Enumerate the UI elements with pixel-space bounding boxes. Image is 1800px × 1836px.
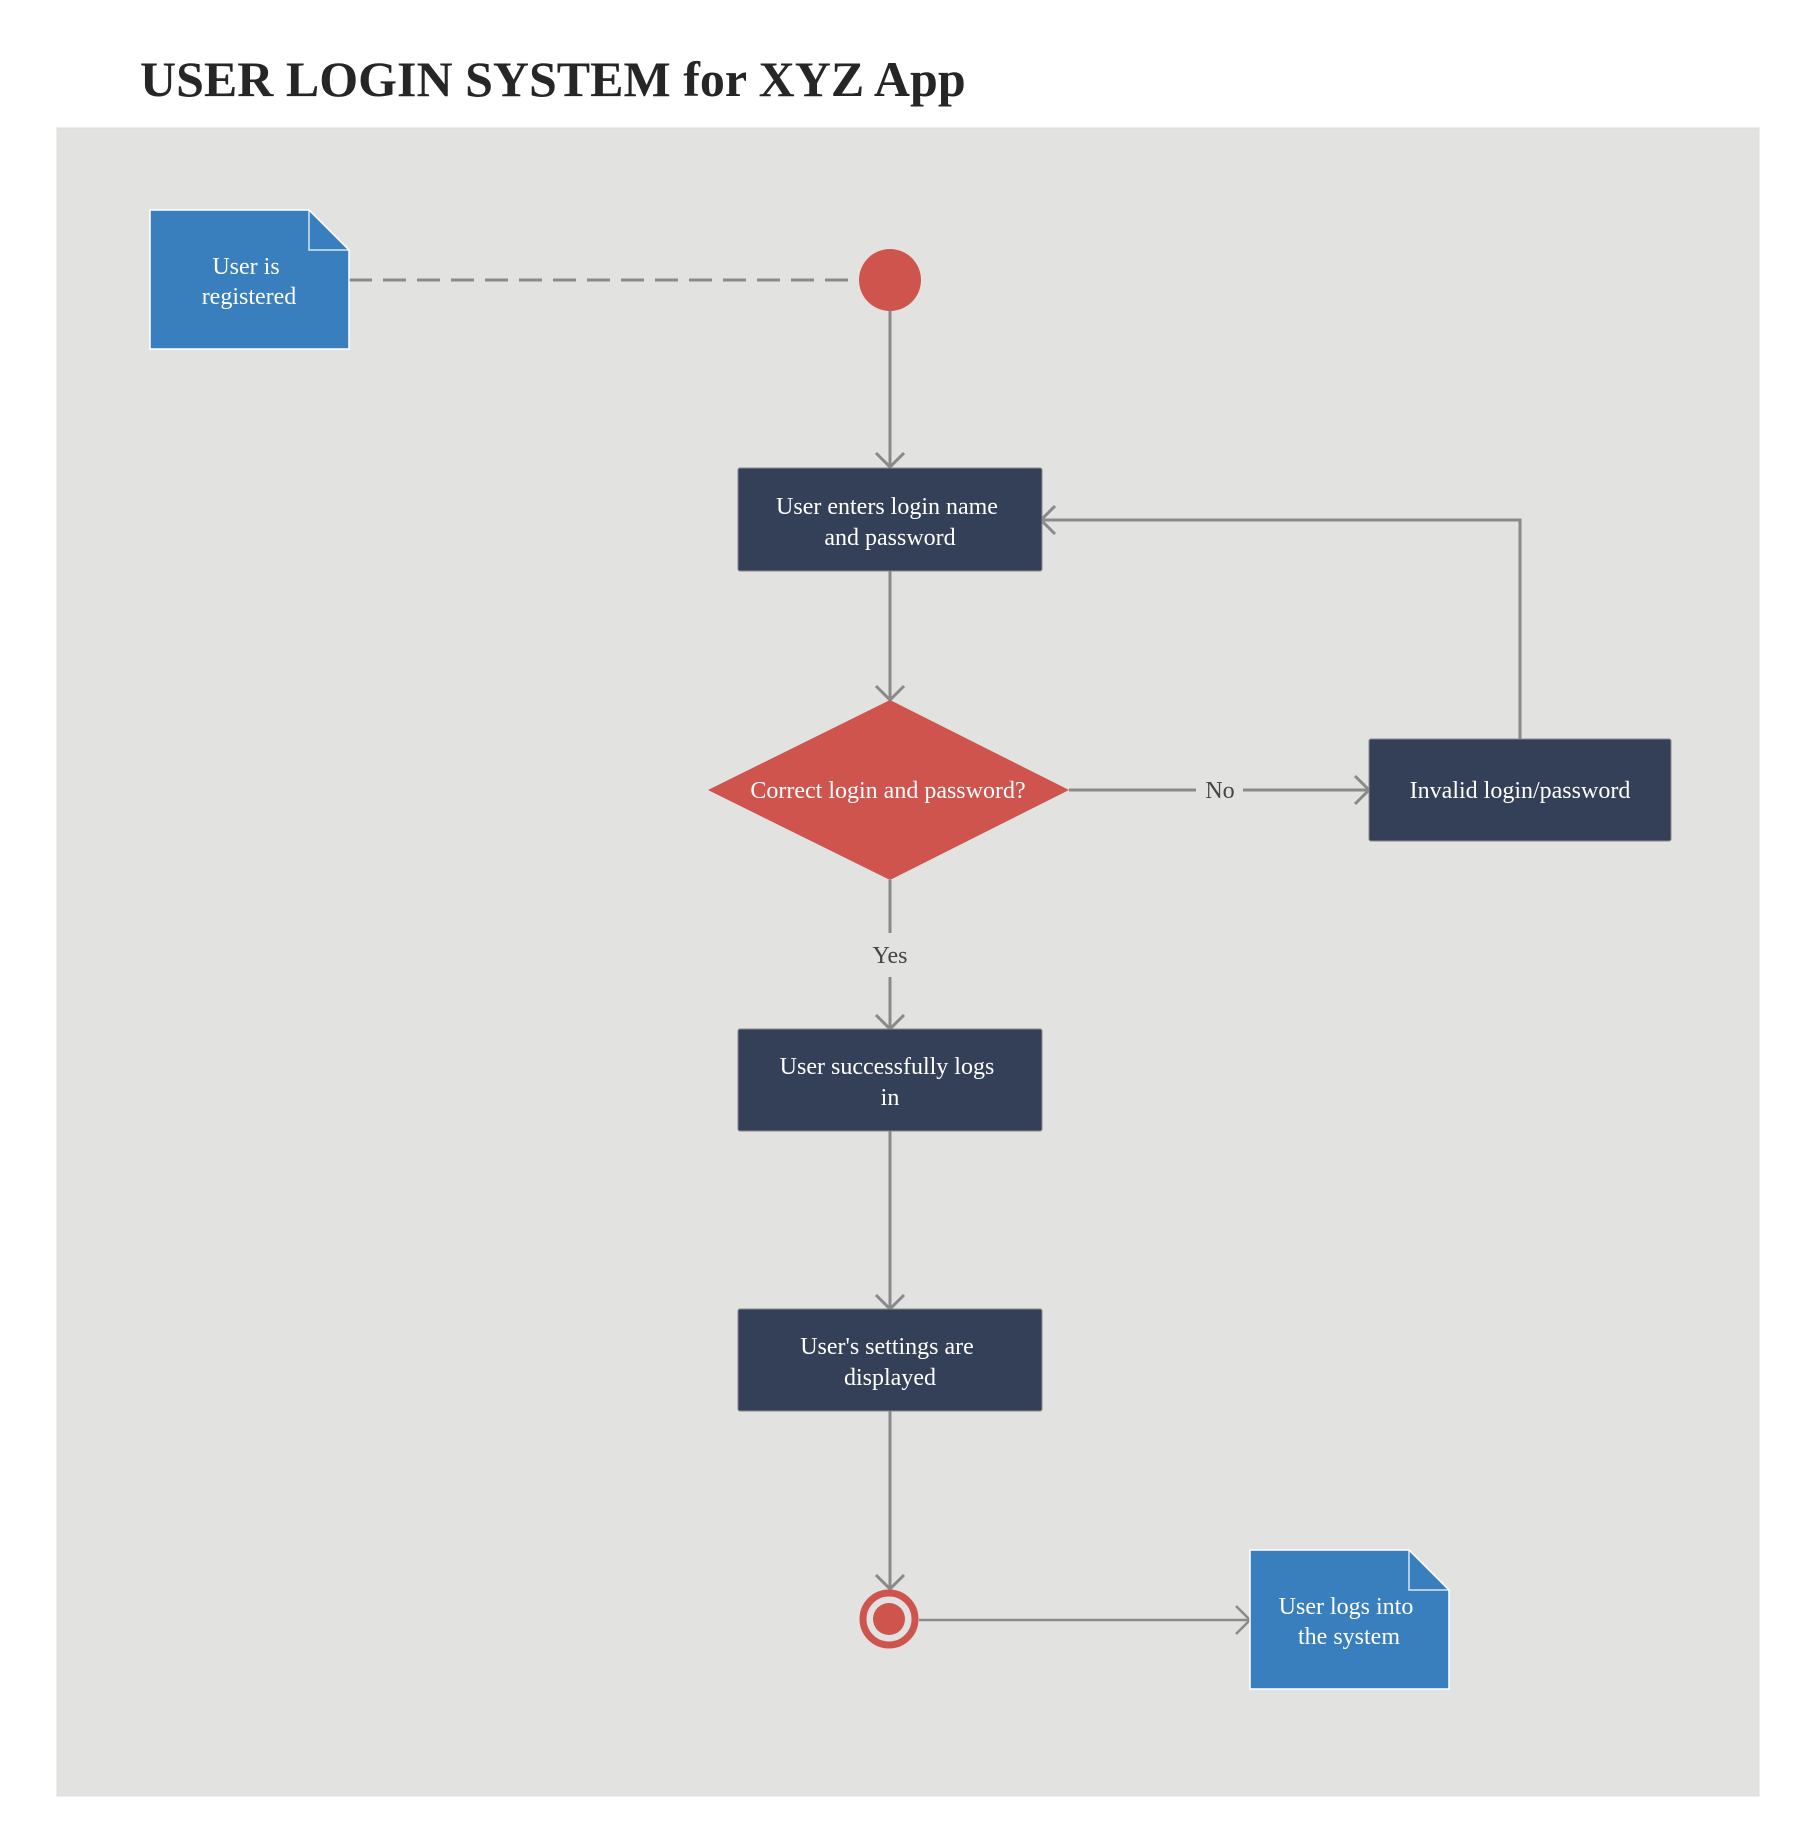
action-line: User enters login name (776, 494, 998, 520)
note-line: the system (1298, 1624, 1400, 1650)
action-line: User's settings are (800, 1334, 974, 1360)
diagram-canvas (56, 127, 1760, 1797)
note-user-logged-in[interactable]: User logs into the system (1249, 1549, 1450, 1690)
note-line: User logs into (1279, 1594, 1414, 1620)
decision-line: Correct login and password? (750, 778, 1025, 804)
note-line: User is (212, 254, 279, 280)
svg-text:Invalid login/password: Invalid login/password (1410, 778, 1631, 804)
end-node-dot (873, 1603, 905, 1635)
action-line: in (881, 1085, 900, 1111)
edge-label-yes: Yes (873, 943, 908, 969)
action-invalid-login[interactable]: Invalid login/password (1368, 738, 1672, 842)
note-user-registered[interactable]: User is registered (149, 209, 350, 350)
action-box (737, 1028, 1043, 1132)
action-line: displayed (844, 1365, 936, 1391)
action-box (737, 1308, 1043, 1412)
action-successful-login[interactable]: User successfully logs in (737, 1028, 1043, 1132)
action-enter-credentials[interactable]: User enters login name and password (737, 467, 1043, 572)
edge-label-no: No (1205, 778, 1234, 804)
activity-diagram: No Yes User is registered User enters lo… (56, 127, 1760, 1797)
note-line: registered (202, 284, 297, 310)
svg-text:Correct login and password?: Correct login and password? (750, 778, 1025, 804)
action-settings-displayed[interactable]: User's settings are displayed (737, 1308, 1043, 1412)
start-node[interactable] (859, 249, 921, 311)
action-line: Invalid login/password (1410, 778, 1631, 804)
action-line: and password (824, 525, 955, 551)
action-line: User successfully logs (780, 1054, 995, 1080)
